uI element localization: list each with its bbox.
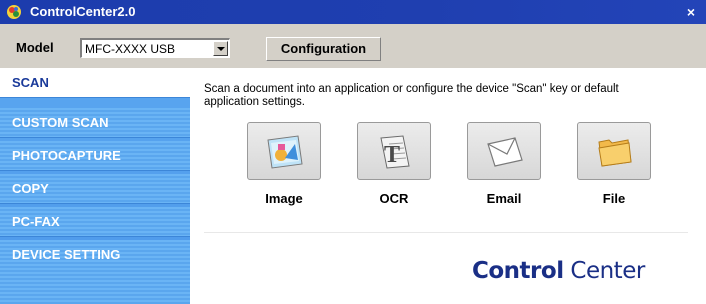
image-button-label: Image — [265, 191, 303, 206]
email-button[interactable] — [467, 122, 541, 180]
folder-icon — [598, 139, 632, 167]
file-button-label: File — [602, 191, 626, 206]
sidebar-item-device-setting[interactable]: DEVICE SETTING — [0, 240, 190, 270]
sidebar-filler — [0, 268, 190, 304]
model-label: Model — [16, 40, 54, 55]
brand-bold-text: Control — [472, 258, 564, 284]
sidebar-item-photocapture[interactable]: PHOTOCAPTURE — [0, 141, 190, 171]
divider — [204, 232, 688, 233]
email-button-label: Email — [486, 191, 522, 206]
sidebar-item-scan[interactable]: SCAN — [0, 68, 196, 98]
close-button[interactable]: × — [684, 3, 698, 21]
ocr-button[interactable]: T — [357, 122, 431, 180]
ocr-button-label: OCR — [379, 191, 409, 206]
sidebar-item-copy[interactable]: COPY — [0, 174, 190, 204]
model-select-value: MFC-XXXX USB — [85, 42, 176, 56]
app-logo-icon — [7, 5, 21, 19]
email-icon — [487, 137, 523, 167]
image-button[interactable] — [247, 122, 321, 180]
sidebar-item-pc-fax[interactable]: PC-FAX — [0, 207, 190, 237]
file-button[interactable] — [577, 122, 651, 180]
sidebar: SCAN CUSTOM SCAN PHOTOCAPTURE COPY PC-FA… — [0, 68, 196, 304]
brand-light-text: Center — [570, 258, 645, 284]
title-bar: ControlCenter2.0 × — [0, 0, 706, 24]
model-toolbar: Model MFC-XXXX USB Configuration — [0, 24, 706, 68]
window-title: ControlCenter2.0 — [30, 4, 136, 19]
svg-text:T: T — [384, 142, 400, 168]
scan-description: Scan a document into an application or c… — [204, 83, 619, 108]
ocr-icon: T — [380, 135, 410, 169]
control-center-window: ControlCenter2.0 × Model MFC-XXXX USB Co… — [0, 0, 706, 304]
sidebar-item-custom-scan[interactable]: CUSTOM SCAN — [0, 108, 190, 138]
configuration-button[interactable]: Configuration — [266, 37, 381, 61]
control-center-logo: Control Center — [472, 258, 645, 284]
chevron-down-icon[interactable] — [213, 41, 228, 56]
model-select[interactable]: MFC-XXXX USB — [80, 38, 230, 58]
scan-panel: Scan a document into an application or c… — [190, 68, 706, 304]
image-icon — [267, 135, 303, 169]
